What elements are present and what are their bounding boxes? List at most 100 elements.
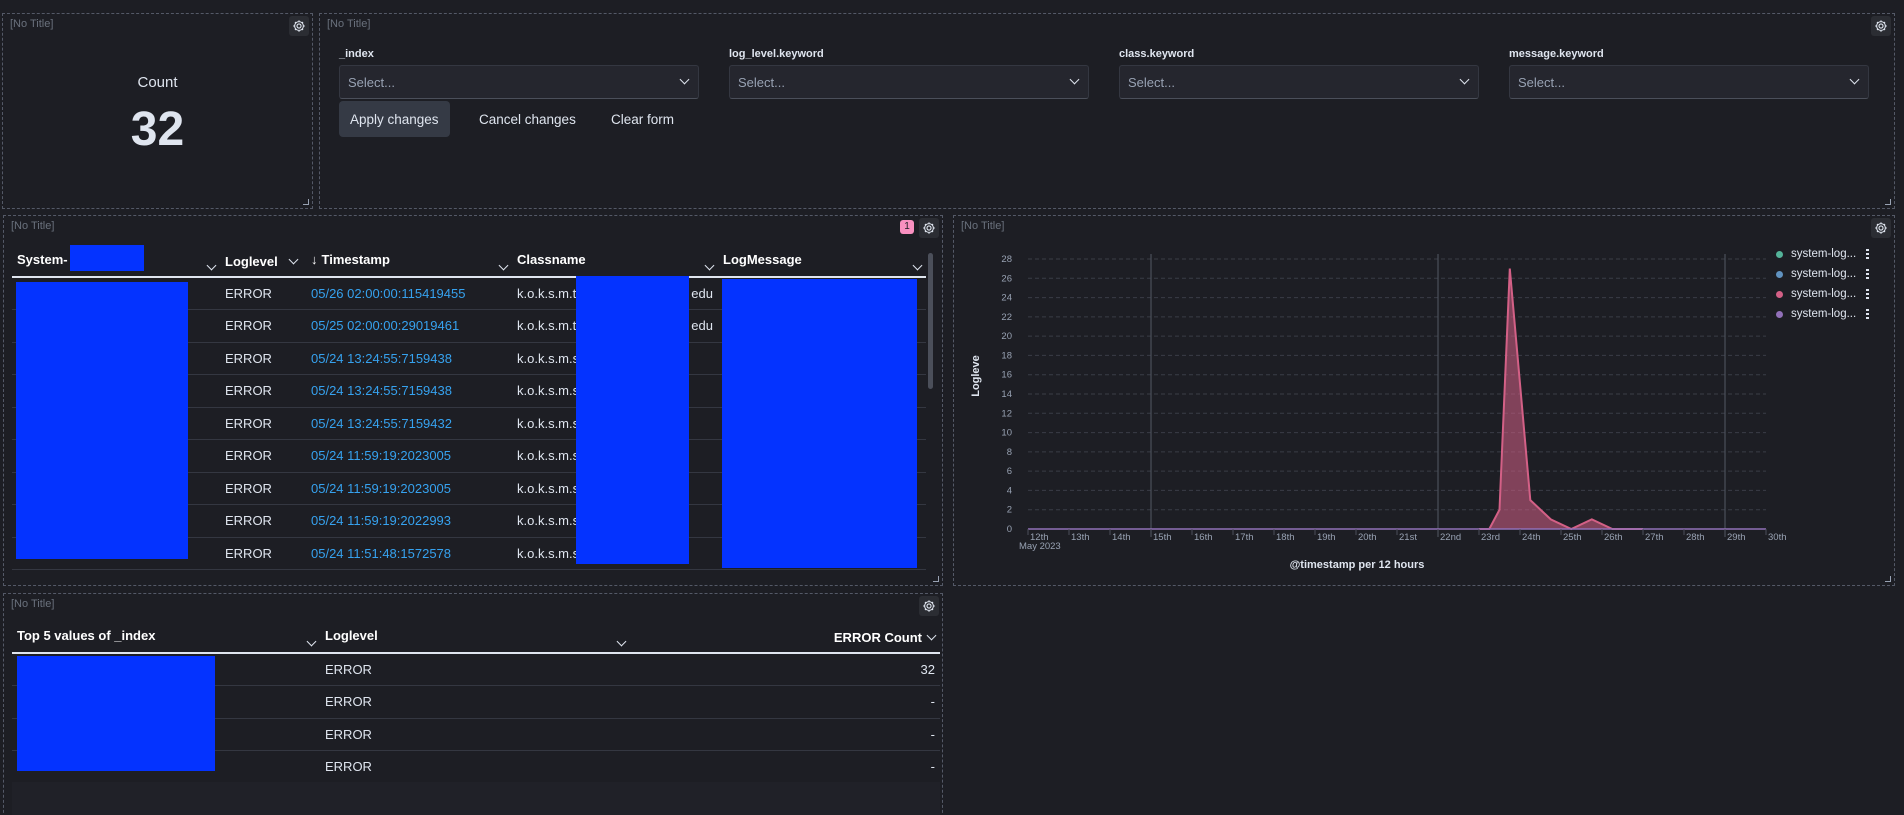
column-header-loglevel[interactable]: Loglevel xyxy=(320,623,630,654)
cancel-changes-button[interactable]: Cancel changes xyxy=(479,101,576,137)
legend-item[interactable]: system-log... xyxy=(1776,248,1870,260)
more-options-icon[interactable] xyxy=(1866,249,1870,259)
class-placeholder: Select... xyxy=(1128,74,1175,90)
legend-item[interactable]: system-log... xyxy=(1776,268,1870,280)
sort-down-icon: ↓ xyxy=(311,251,318,267)
panel-settings-gear-icon[interactable] xyxy=(1871,16,1891,36)
log-level-label: log_level.keyword xyxy=(729,48,824,60)
chevron-down-icon xyxy=(1459,74,1470,84)
x-axis-month-label: May 2023 xyxy=(1019,541,1061,552)
legend-item[interactable]: system-log... xyxy=(1776,308,1870,320)
message-select[interactable]: Select... xyxy=(1509,65,1869,99)
class-select[interactable]: Select... xyxy=(1119,65,1479,99)
x-tick-label: 21st xyxy=(1399,532,1417,543)
y-tick-label: 0 xyxy=(1007,524,1012,535)
y-tick-label: 16 xyxy=(1001,370,1012,381)
loglevel-cell: ERROR xyxy=(220,439,306,473)
class-label: class.keyword xyxy=(1119,48,1195,60)
y-tick-label: 26 xyxy=(1001,273,1012,284)
count-metric-panel: [No Title] Count 32 xyxy=(2,13,313,209)
column-header-logmessage[interactable]: LogMessage xyxy=(718,247,926,278)
loglevel-cell: ERROR xyxy=(320,750,630,784)
more-options-icon[interactable] xyxy=(1866,309,1870,319)
legend-label: system-log... xyxy=(1791,288,1857,300)
panel-settings-gear-icon[interactable] xyxy=(289,16,309,36)
x-tick-label: 24th xyxy=(1522,532,1541,543)
resize-handle[interactable] xyxy=(1885,576,1891,582)
error-count-cell: - xyxy=(630,718,940,751)
more-options-icon[interactable] xyxy=(1866,269,1870,279)
x-tick-label: 13th xyxy=(1071,532,1090,543)
index-select[interactable]: Select... xyxy=(339,65,699,99)
column-header-classname[interactable]: Classname xyxy=(512,247,718,278)
x-tick-label: 16th xyxy=(1194,532,1213,543)
y-tick-label: 28 xyxy=(1001,254,1012,265)
panel-title: [No Title] xyxy=(10,18,54,30)
table-scrollbar[interactable] xyxy=(928,253,933,389)
chevron-down-icon xyxy=(1849,74,1860,84)
y-tick-label: 6 xyxy=(1007,466,1012,477)
timestamp-link[interactable]: 05/26 02:00:00:115419455 xyxy=(306,277,512,310)
chevron-down-icon xyxy=(926,630,937,641)
column-header-error-count[interactable]: ERROR Count xyxy=(630,623,940,654)
timestamp-link[interactable]: 05/24 13:24:55:7159432 xyxy=(306,407,512,440)
x-tick-label: 17th xyxy=(1235,532,1254,543)
x-tick-label: 18th xyxy=(1276,532,1295,543)
timestamp-link[interactable]: 05/24 11:59:19:2023005 xyxy=(306,472,512,505)
log-level-select[interactable]: Select... xyxy=(729,65,1089,99)
panel-title: [No Title] xyxy=(11,598,55,610)
column-header-timestamp[interactable]: ↓ Timestamp xyxy=(306,247,512,278)
y-tick-label: 10 xyxy=(1001,428,1012,439)
column-header-loglevel[interactable]: Loglevel xyxy=(220,247,306,278)
chevron-down-icon xyxy=(616,636,627,646)
message-placeholder: Select... xyxy=(1518,74,1565,90)
clear-form-button[interactable]: Clear form xyxy=(611,101,674,137)
legend-color-dot xyxy=(1776,310,1783,318)
loglevel-cell: ERROR xyxy=(220,342,306,375)
resize-handle[interactable] xyxy=(933,576,939,582)
chevron-down-icon xyxy=(679,74,690,84)
controls-panel: [No Title] _index Select... log_level.ke… xyxy=(319,13,1895,209)
log-level-area-chart: 12th 13th 14th 15th 16th 17th 18th 19th 20th 21st… xyxy=(970,254,1787,571)
chevron-down-icon xyxy=(704,260,715,270)
timestamp-link[interactable]: 05/24 13:24:55:7159438 xyxy=(306,374,512,408)
y-tick-label: 22 xyxy=(1001,312,1012,323)
panel-settings-gear-icon[interactable] xyxy=(919,596,939,616)
loglevel-cell: ERROR xyxy=(320,718,630,751)
chevron-down-icon xyxy=(288,254,299,265)
column-header-top-index[interactable]: Top 5 values of _index xyxy=(12,623,320,654)
x-tick-label: 19th xyxy=(1317,532,1336,543)
index-control: _index Select... xyxy=(339,48,699,99)
resize-handle[interactable] xyxy=(303,199,309,205)
error-count-cell: - xyxy=(630,685,940,719)
chevron-down-icon xyxy=(912,260,923,270)
redacted-index-column xyxy=(17,656,215,771)
timestamp-link[interactable]: 05/24 13:24:55:7159438 xyxy=(306,342,512,375)
class-control: class.keyword Select... xyxy=(1119,48,1479,99)
message-control: message.keyword Select... xyxy=(1509,48,1869,99)
y-axis-title: Logleve xyxy=(970,355,982,397)
timestamp-link[interactable]: 05/25 02:00:00:29019461 xyxy=(306,309,512,343)
timestamp-link[interactable]: 05/24 11:51:48:1572578 xyxy=(306,537,512,570)
legend-label: system-log... xyxy=(1791,248,1857,260)
chevron-down-icon xyxy=(306,636,317,646)
legend-label: system-log... xyxy=(1791,308,1857,320)
index-label: _index xyxy=(339,48,374,60)
legend-item[interactable]: system-log... xyxy=(1776,288,1870,300)
timestamp-link[interactable]: 05/24 11:59:19:2023005 xyxy=(306,439,512,473)
loglevel-cell: ERROR xyxy=(320,685,630,719)
log-table-panel: [No Title] 1 System- Loglevel ↓ Timestamp… xyxy=(3,215,943,586)
panel-settings-gear-icon[interactable] xyxy=(919,218,939,238)
error-count-cell: 32 xyxy=(630,653,940,686)
x-tick-label: 22nd xyxy=(1440,532,1461,543)
chevron-down-icon xyxy=(1069,74,1080,84)
panel-title: [No Title] xyxy=(11,220,55,232)
timestamp-link[interactable]: 05/24 11:59:19:2022993 xyxy=(306,504,512,538)
log-level-placeholder: Select... xyxy=(738,74,785,90)
redacted-header-block xyxy=(70,245,144,271)
resize-handle[interactable] xyxy=(1885,199,1891,205)
more-options-icon[interactable] xyxy=(1866,289,1870,299)
x-tick-label: 23rd xyxy=(1481,532,1500,543)
apply-changes-button[interactable]: Apply changes xyxy=(339,101,450,137)
notification-badge[interactable]: 1 xyxy=(900,220,914,234)
